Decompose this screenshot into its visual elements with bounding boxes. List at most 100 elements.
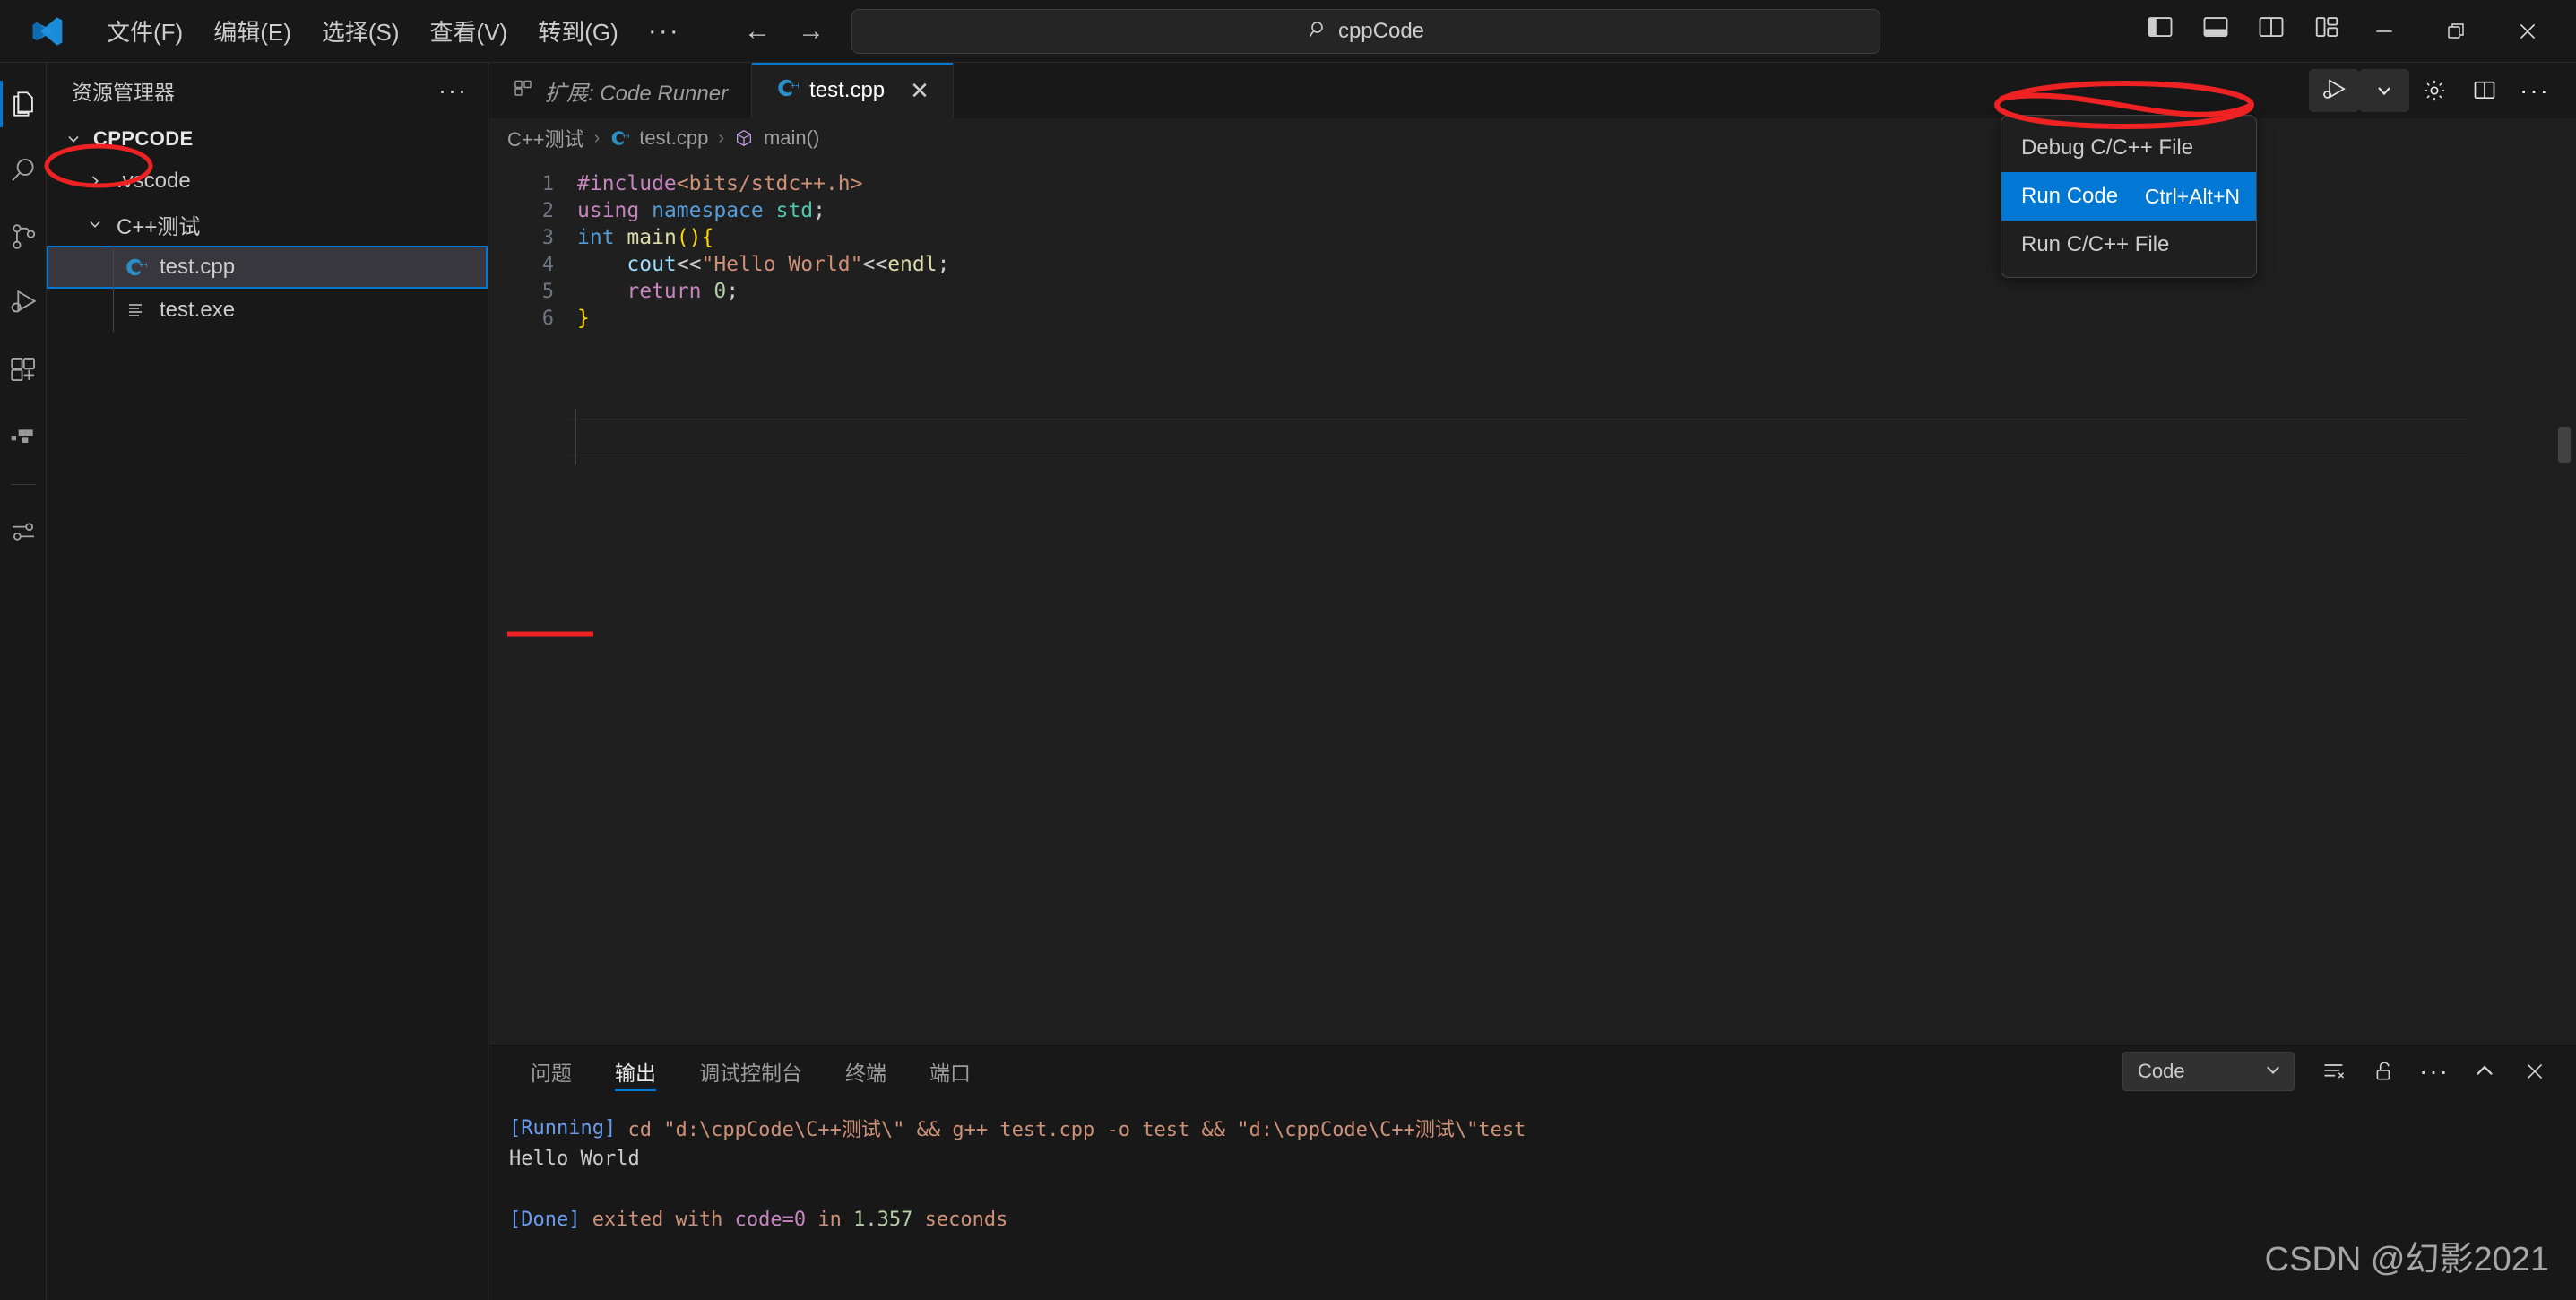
panel-tab-debug-console[interactable]: 调试控制台 — [678, 1044, 824, 1098]
sidebar-item-extensions[interactable] — [0, 344, 47, 394]
output-channel-select[interactable]: Code — [2122, 1052, 2295, 1091]
chevron-right-icon — [82, 172, 108, 190]
code-line: 5 return 0; — [489, 278, 2576, 305]
title-bar: 文件(F) 编辑(E) 选择(S) 查看(V) 转到(G) ··· ← → cp… — [0, 0, 2576, 63]
sidebar-item-explorer[interactable] — [0, 79, 47, 129]
menu-item-label: Run C/C++ File — [2021, 232, 2170, 256]
chevron-up-icon[interactable] — [2459, 1050, 2510, 1093]
svg-text:++: ++ — [139, 261, 147, 271]
arrow-right-icon[interactable]: → — [798, 16, 825, 47]
output-segment: [Running] — [509, 1116, 617, 1140]
menu-edit[interactable]: 编辑(E) — [198, 8, 307, 54]
svg-text:++: ++ — [791, 81, 799, 91]
explorer-root-folder[interactable]: CPPCODE — [47, 118, 488, 160]
toggle-panel-icon[interactable] — [2202, 14, 2229, 44]
run-play-debug-icon[interactable] — [2309, 69, 2359, 112]
run-context-menu: Debug C/C++ File Run Code Ctrl+Alt+N Run… — [2001, 115, 2257, 278]
sidebar-item-run-and-debug[interactable] — [0, 278, 47, 328]
breadcrumb-symbol[interactable]: main() — [764, 126, 819, 150]
cpp-file-icon: ++ — [775, 76, 801, 106]
tree-item-test-exe[interactable]: test.exe — [47, 289, 488, 332]
line-number: 5 — [541, 280, 554, 303]
tab-label: 扩展: Code Runner — [545, 81, 729, 106]
search-input[interactable]: cppCode — [851, 9, 1880, 54]
code-line: 6} — [489, 305, 2576, 332]
chevron-down-icon[interactable] — [2359, 69, 2409, 112]
output-segment: seconds — [912, 1208, 1008, 1231]
line-content[interactable]: return 0; — [554, 280, 739, 303]
restore-icon[interactable] — [2420, 0, 2492, 63]
menu-bar: 文件(F) 编辑(E) 选择(S) 查看(V) 转到(G) ··· — [91, 8, 695, 54]
line-content[interactable]: cout<<"Hello World"<<endl; — [554, 253, 949, 276]
editor-scrollbar[interactable] — [2558, 427, 2571, 463]
extensions-icon — [513, 77, 534, 105]
output-segment: code=0 — [734, 1208, 807, 1231]
menu-view[interactable]: 查看(V) — [415, 8, 523, 54]
menu-item-debug-c-cpp-file[interactable]: Debug C/C++ File — [2001, 124, 2256, 172]
customize-layout-icon[interactable] — [2313, 14, 2340, 44]
breadcrumb-separator: › — [718, 127, 724, 148]
line-content[interactable]: using namespace std; — [554, 199, 826, 222]
current-line-border-top — [568, 419, 2468, 420]
menu-item-shortcut: Ctrl+Alt+N — [2144, 184, 2240, 208]
vscode-window: 文件(F) 编辑(E) 选择(S) 查看(V) 转到(G) ··· ← → cp… — [0, 0, 2576, 1300]
panel-tab-problems[interactable]: 问题 — [509, 1044, 593, 1098]
code-editor[interactable]: 1 #include<bits/stdc++.h> 2 using namespace… — [489, 158, 2576, 1018]
unlock-icon[interactable] — [2359, 1050, 2409, 1093]
menu-go[interactable]: 转到(G) — [523, 8, 634, 54]
minimize-icon[interactable] — [2348, 0, 2420, 63]
line-content[interactable]: #include<bits/stdc++.h> — [554, 172, 863, 195]
code-token: cout — [627, 253, 677, 276]
breadcrumb-file[interactable]: test.cpp — [639, 126, 708, 150]
tab-code-runner-extension[interactable]: 扩展: Code Runner — [489, 63, 753, 118]
editor-actions: ··· — [2309, 63, 2560, 118]
more-actions-icon[interactable]: ··· — [2510, 69, 2560, 112]
navigation-arrows: ← → — [744, 16, 825, 47]
arrow-left-icon[interactable]: ← — [744, 16, 771, 47]
more-actions-icon[interactable]: ··· — [438, 77, 468, 105]
panel-tab-output[interactable]: 输出 — [593, 1044, 678, 1098]
more-actions-icon[interactable]: ··· — [2409, 1050, 2459, 1093]
clear-output-icon[interactable] — [2309, 1050, 2359, 1093]
line-number: 1 — [541, 172, 554, 195]
toggle-secondary-sidebar-icon[interactable] — [2258, 14, 2285, 44]
breadcrumb-separator: › — [593, 127, 601, 148]
output-line: [Running] cd "d:\cppCode\C++测试\" && g++ … — [509, 1113, 2576, 1143]
menu-file[interactable]: 文件(F) — [91, 8, 198, 54]
toggle-primary-sidebar-icon[interactable] — [2147, 14, 2174, 44]
svg-text:++: ++ — [622, 131, 629, 140]
line-content[interactable]: int main(){ — [554, 226, 713, 249]
tab-test-cpp[interactable]: ++ test.cpp ✕ — [752, 63, 954, 118]
line-number: 2 — [541, 199, 554, 222]
menu-item-run-c-cpp-file[interactable]: Run C/C++ File — [2001, 221, 2256, 269]
menu-overflow-icon[interactable]: ··· — [634, 13, 695, 50]
output-segment: cd "d:\cppCode\C++测试\" && g++ test.cpp -… — [616, 1119, 1526, 1141]
breadcrumb-folder[interactable]: C++测试 — [507, 124, 584, 152]
sidebar-item-search[interactable] — [0, 145, 47, 195]
split-editor-icon[interactable] — [2459, 69, 2510, 112]
activity-bar-divider — [10, 484, 36, 485]
panel-tab-ports[interactable]: 端口 — [908, 1044, 992, 1098]
sidebar-item-testing[interactable] — [0, 411, 47, 461]
close-icon[interactable] — [2510, 1050, 2560, 1093]
line-number: 3 — [541, 226, 554, 249]
output-segment: in — [806, 1208, 854, 1231]
gear-icon[interactable] — [2409, 69, 2459, 112]
tree-item-test-cpp[interactable]: ++ test.cpp — [47, 246, 488, 289]
menu-selection[interactable]: 选择(S) — [307, 8, 415, 54]
indent-guide — [575, 409, 576, 464]
sidebar-item-source-control[interactable] — [0, 212, 47, 262]
panel-tab-terminal[interactable]: 终端 — [824, 1044, 908, 1098]
tree-item-vscode[interactable]: .vscode — [47, 160, 488, 203]
close-icon[interactable]: ✕ — [910, 79, 929, 102]
line-number: 6 — [541, 307, 554, 330]
close-icon[interactable] — [2492, 0, 2563, 63]
menu-item-run-code[interactable]: Run Code Ctrl+Alt+N — [2001, 172, 2256, 221]
sidebar-item-settings[interactable] — [0, 507, 47, 557]
line-content[interactable]: } — [554, 307, 590, 330]
tree-item-cpp-folder[interactable]: C++测试 — [47, 203, 488, 246]
tree-item-label: .vscode — [117, 169, 191, 193]
